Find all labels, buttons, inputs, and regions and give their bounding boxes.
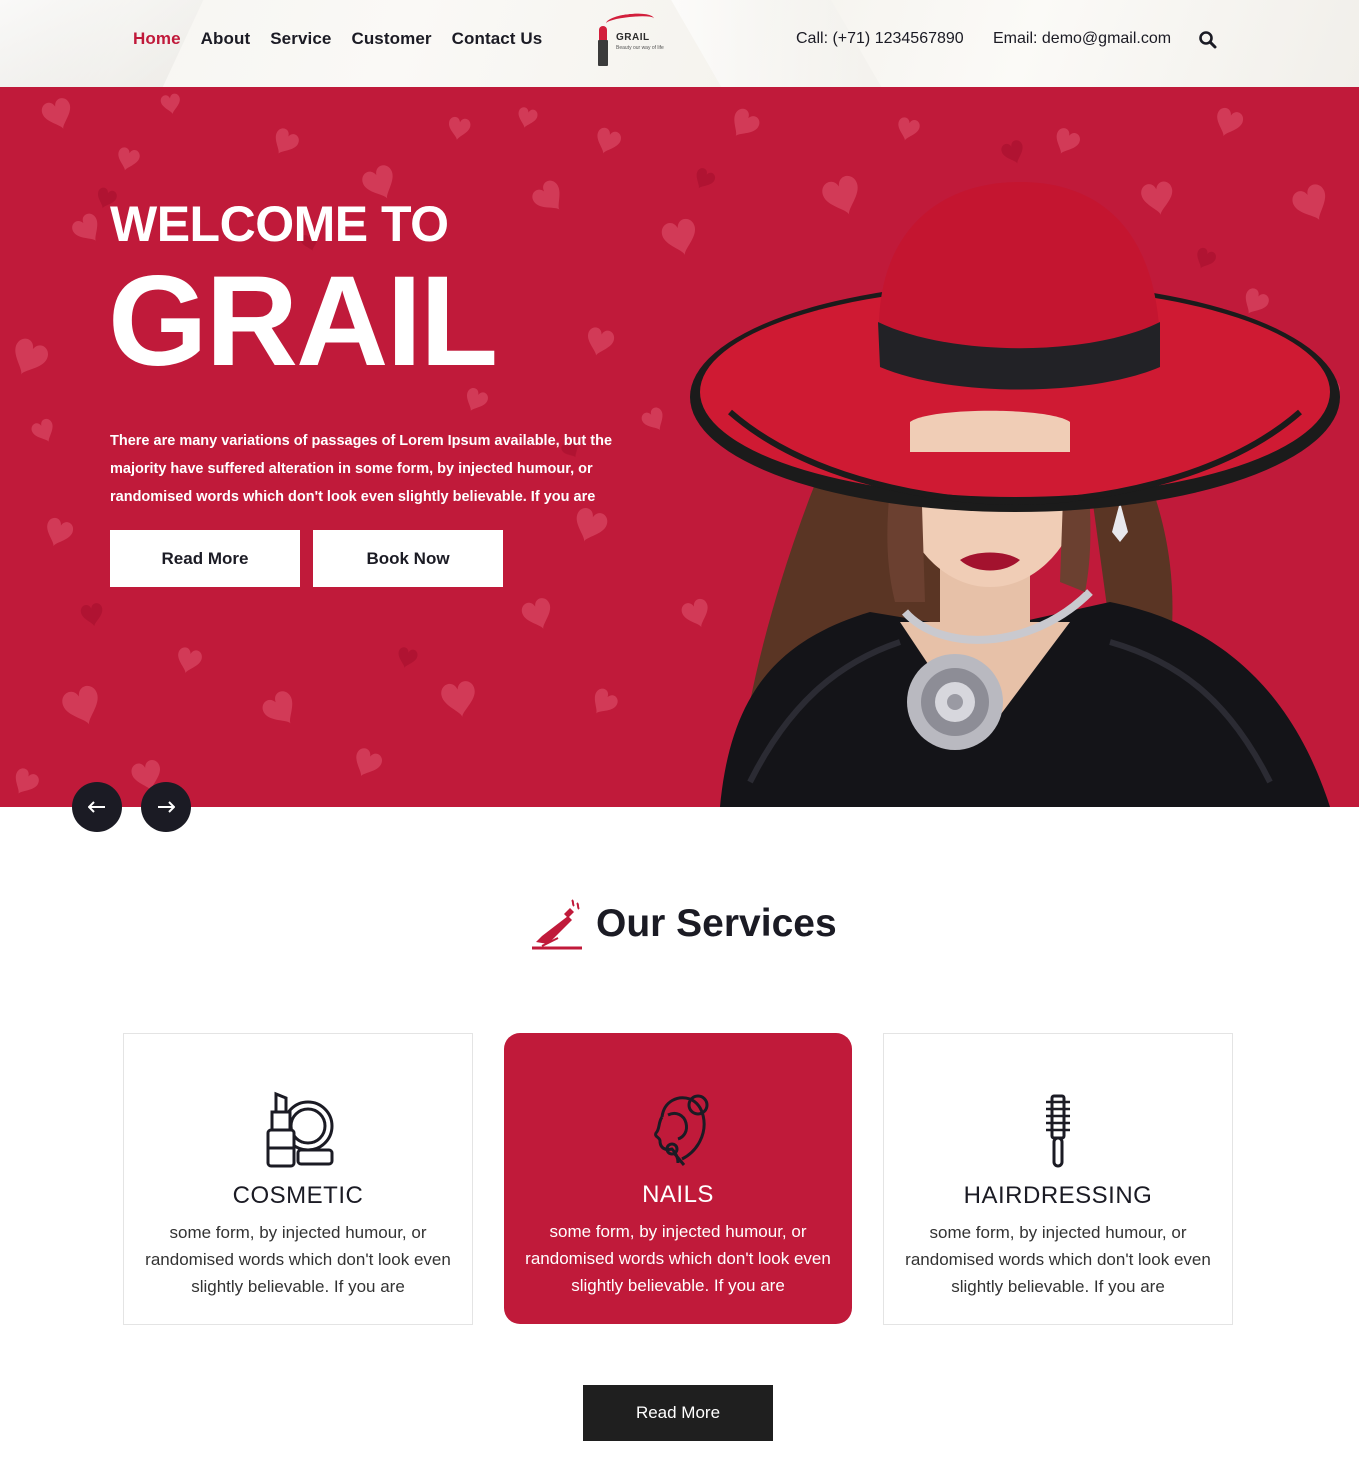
slider-next-button[interactable]	[141, 782, 191, 832]
cosmetic-icon	[266, 1091, 334, 1168]
service-description: some form, by injected humour, or random…	[145, 1223, 451, 1296]
hero-read-more-button[interactable]: Read More	[110, 530, 300, 587]
hero-book-now-button[interactable]: Book Now	[313, 530, 503, 587]
nav-contact-us[interactable]: Contact Us	[452, 29, 543, 49]
service-title: NAILS	[642, 1181, 714, 1208]
service-card-hairdressing[interactable]: HAIRDRESSING some form, by injected humo…	[883, 1033, 1233, 1325]
site-logo[interactable]: GRAIL Beauty our way of life	[596, 11, 676, 70]
header-phone[interactable]: Call: (+71) 1234567890	[796, 30, 964, 48]
services-heading: Our Services	[528, 896, 837, 952]
header-email[interactable]: Email: demo@gmail.com	[993, 30, 1171, 48]
service-description: some form, by injected humour, or random…	[905, 1223, 1211, 1296]
service-description: some form, by injected humour, or random…	[525, 1222, 831, 1295]
slider-prev-button[interactable]	[72, 782, 122, 832]
hairbrush-icon	[1046, 1094, 1070, 1168]
lipstick-logo-icon	[598, 26, 608, 66]
logo-swoosh	[605, 11, 655, 31]
makeup-brush-icon	[532, 899, 582, 950]
services-title: Our Services	[596, 902, 837, 945]
logo-name: GRAIL	[616, 32, 650, 43]
service-card-cosmetic[interactable]: COSMETIC some form, by injected humour, …	[123, 1033, 473, 1325]
arrow-left-icon	[88, 801, 105, 813]
service-title: HAIRDRESSING	[963, 1182, 1153, 1209]
search-icon[interactable]	[1198, 30, 1218, 50]
nav-customer[interactable]: Customer	[351, 29, 431, 49]
hero-banner: WELCOME TO GRAIL There are many variatio…	[0, 87, 1359, 807]
nav-about[interactable]: About	[201, 29, 251, 49]
hero-brand-heading: GRAIL	[108, 250, 498, 393]
nav-home[interactable]: Home	[133, 29, 181, 49]
face-icon	[654, 1094, 709, 1166]
hero-description: There are many variations of passages of…	[110, 433, 613, 505]
services-read-more-button[interactable]: Read More	[583, 1385, 773, 1441]
service-card-nails[interactable]: NAILS some form, by injected humour, or …	[504, 1033, 852, 1324]
nav-service[interactable]: Service	[270, 29, 331, 49]
site-header: Home About Service Customer Contact Us G…	[0, 0, 1359, 87]
arrow-right-icon	[158, 801, 175, 813]
hero-model-image	[690, 182, 1340, 807]
main-nav: Home About Service Customer Contact Us	[133, 29, 542, 49]
logo-tagline: Beauty our way of life	[616, 45, 664, 51]
service-title: COSMETIC	[232, 1182, 364, 1209]
hero-welcome-heading: WELCOME TO	[110, 196, 449, 252]
